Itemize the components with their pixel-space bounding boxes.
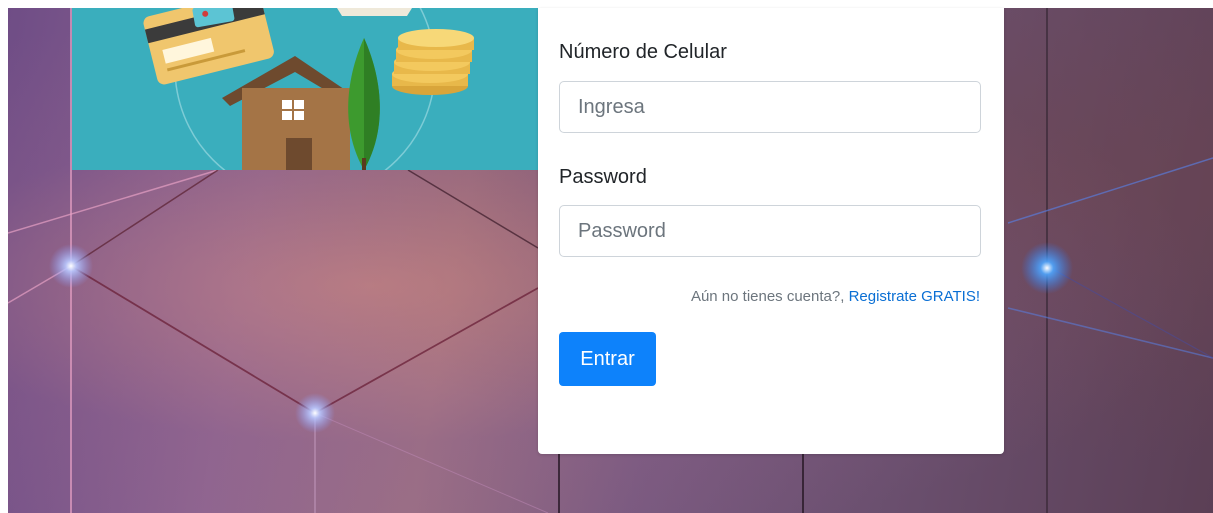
phone-label: Número de Celular: [559, 41, 727, 63]
password-input[interactable]: [559, 205, 981, 257]
login-button[interactable]: Entrar: [559, 332, 656, 386]
tree-icon: [348, 38, 380, 170]
register-prompt-line: Aún no tienes cuenta?, Registrate GRATIS…: [691, 288, 980, 305]
register-prompt-text: Aún no tienes cuenta?,: [690, 288, 845, 305]
coins-icon: [392, 29, 474, 95]
envelope-icon: [337, 8, 412, 16]
phone-input[interactable]: [559, 81, 981, 133]
hero-illustration: [72, 8, 538, 170]
password-label: Password: [559, 166, 647, 188]
register-link[interactable]: Registrate GRATIS!: [849, 288, 980, 305]
login-form-card: Número de Celular Password Aún no tienes…: [538, 8, 1004, 454]
